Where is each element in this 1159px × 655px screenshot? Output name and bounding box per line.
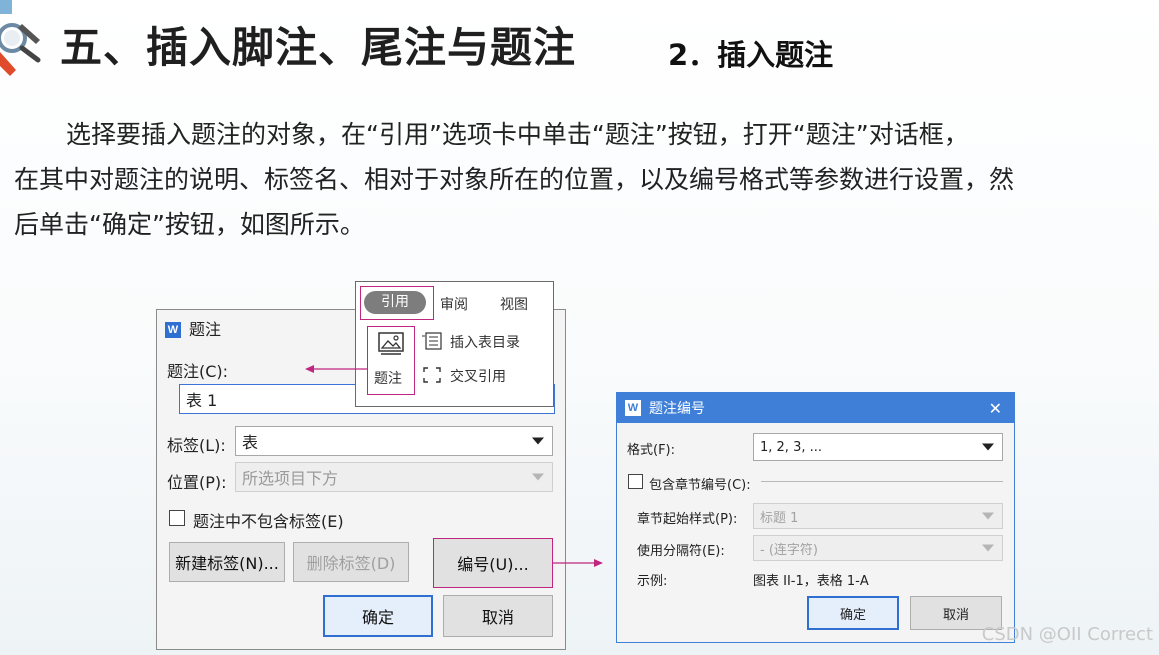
- dialog-title: 题注: [189, 320, 222, 339]
- cancel-button[interactable]: 取消: [443, 595, 553, 637]
- position-value: 所选项目下方: [242, 469, 339, 488]
- exclude-label-checkbox[interactable]: [169, 510, 185, 526]
- ok-button[interactable]: 确定: [323, 595, 433, 637]
- separator-select[interactable]: - (连字符): [753, 535, 1003, 561]
- chapter-style-label: 章节起始样式(P):: [637, 512, 738, 527]
- cross-reference-icon: [423, 367, 441, 383]
- arrow-left-icon: [305, 365, 367, 373]
- caption-label: 题注(C):: [167, 362, 229, 381]
- caption-numbering-dialog: W 题注编号 ✕ 格式(F): 1, 2, 3, ... 包含章节编号(C): …: [616, 392, 1015, 643]
- include-chapter-label: 包含章节编号(C):: [649, 478, 751, 493]
- paragraph-line: 在其中对题注的说明、标签名、相对于对象所在的位置，以及编号格式等参数进行设置，然: [14, 165, 1015, 194]
- tab-view[interactable]: 视图: [500, 294, 528, 314]
- watermark: CSDN @OII Correct: [981, 624, 1153, 645]
- position-select[interactable]: 所选项目下方: [235, 462, 553, 492]
- chevron-down-icon: [532, 473, 544, 481]
- delete-label-button[interactable]: 删除标签(D): [293, 542, 409, 582]
- format-label: 格式(F):: [627, 443, 676, 458]
- chevron-down-icon: [532, 437, 544, 445]
- cross-reference-button[interactable]: 交叉引用: [450, 366, 506, 386]
- table-of-figures-icon: [422, 332, 442, 350]
- section-subtitle: 2．插入题注: [668, 38, 834, 72]
- paragraph-line: 选择要插入题注的对象，在“引用”选项卡中单击“题注”按钮，打开“题注”对话框，: [66, 120, 969, 149]
- position-label: 位置(P):: [167, 473, 227, 492]
- page-title: 五、插入脚注、尾注与题注: [60, 23, 577, 72]
- magnifier-tool-icon: [0, 0, 41, 76]
- caption-ribbon-label: 题注: [374, 371, 402, 387]
- example-value: 图表 II-1，表格 1-A: [753, 574, 869, 589]
- separator-value: - (连字符): [760, 542, 818, 558]
- group-divider: [761, 481, 1003, 482]
- chevron-down-icon: [982, 443, 994, 451]
- arrow-right-icon: [553, 559, 603, 567]
- tag-value: 表: [242, 433, 259, 452]
- new-label-button[interactable]: 新建标签(N)...: [169, 542, 285, 582]
- example-label: 示例:: [637, 574, 668, 589]
- tab-reference[interactable]: 引用: [364, 291, 426, 314]
- paragraph-line: 后单击“确定”按钮，如图所示。: [14, 210, 365, 239]
- insert-toc-button[interactable]: 插入表目录: [450, 332, 520, 352]
- description-paragraph: 选择要插入题注的对象，在“引用”选项卡中单击“题注”按钮，打开“题注”对话框， …: [14, 112, 1154, 247]
- chapter-style-select[interactable]: 标题 1: [753, 503, 1003, 529]
- separator-label: 使用分隔符(E):: [637, 544, 725, 559]
- numbering-button[interactable]: 编号(U)...: [433, 538, 553, 588]
- chapter-style-value: 标题 1: [760, 510, 799, 526]
- tag-select[interactable]: 表: [235, 426, 553, 456]
- image-caption-icon: [378, 332, 404, 355]
- wps-logo-icon: W: [165, 322, 181, 338]
- include-chapter-checkbox[interactable]: [628, 474, 643, 489]
- format-select[interactable]: 1, 2, 3, ...: [753, 433, 1003, 461]
- exclude-label-text: 题注中不包含标签(E): [193, 512, 344, 531]
- ok-button[interactable]: 确定: [807, 596, 899, 630]
- wps-logo-icon: W: [625, 400, 641, 416]
- dialog-title: 题注编号: [649, 401, 705, 417]
- numbering-dialog-titlebar: W 题注编号 ✕: [617, 393, 1014, 423]
- tag-label: 标签(L):: [167, 436, 226, 455]
- caption-ribbon-button[interactable]: 题注: [367, 326, 415, 395]
- format-value: 1, 2, 3, ...: [760, 439, 823, 455]
- tab-review[interactable]: 审阅: [440, 294, 468, 314]
- reference-ribbon-popup: 引用 审阅 视图 题注 插入表目录 交叉引用: [355, 281, 554, 407]
- close-icon[interactable]: ✕: [989, 399, 1002, 418]
- chevron-down-icon: [982, 512, 994, 520]
- chevron-down-icon: [982, 544, 994, 552]
